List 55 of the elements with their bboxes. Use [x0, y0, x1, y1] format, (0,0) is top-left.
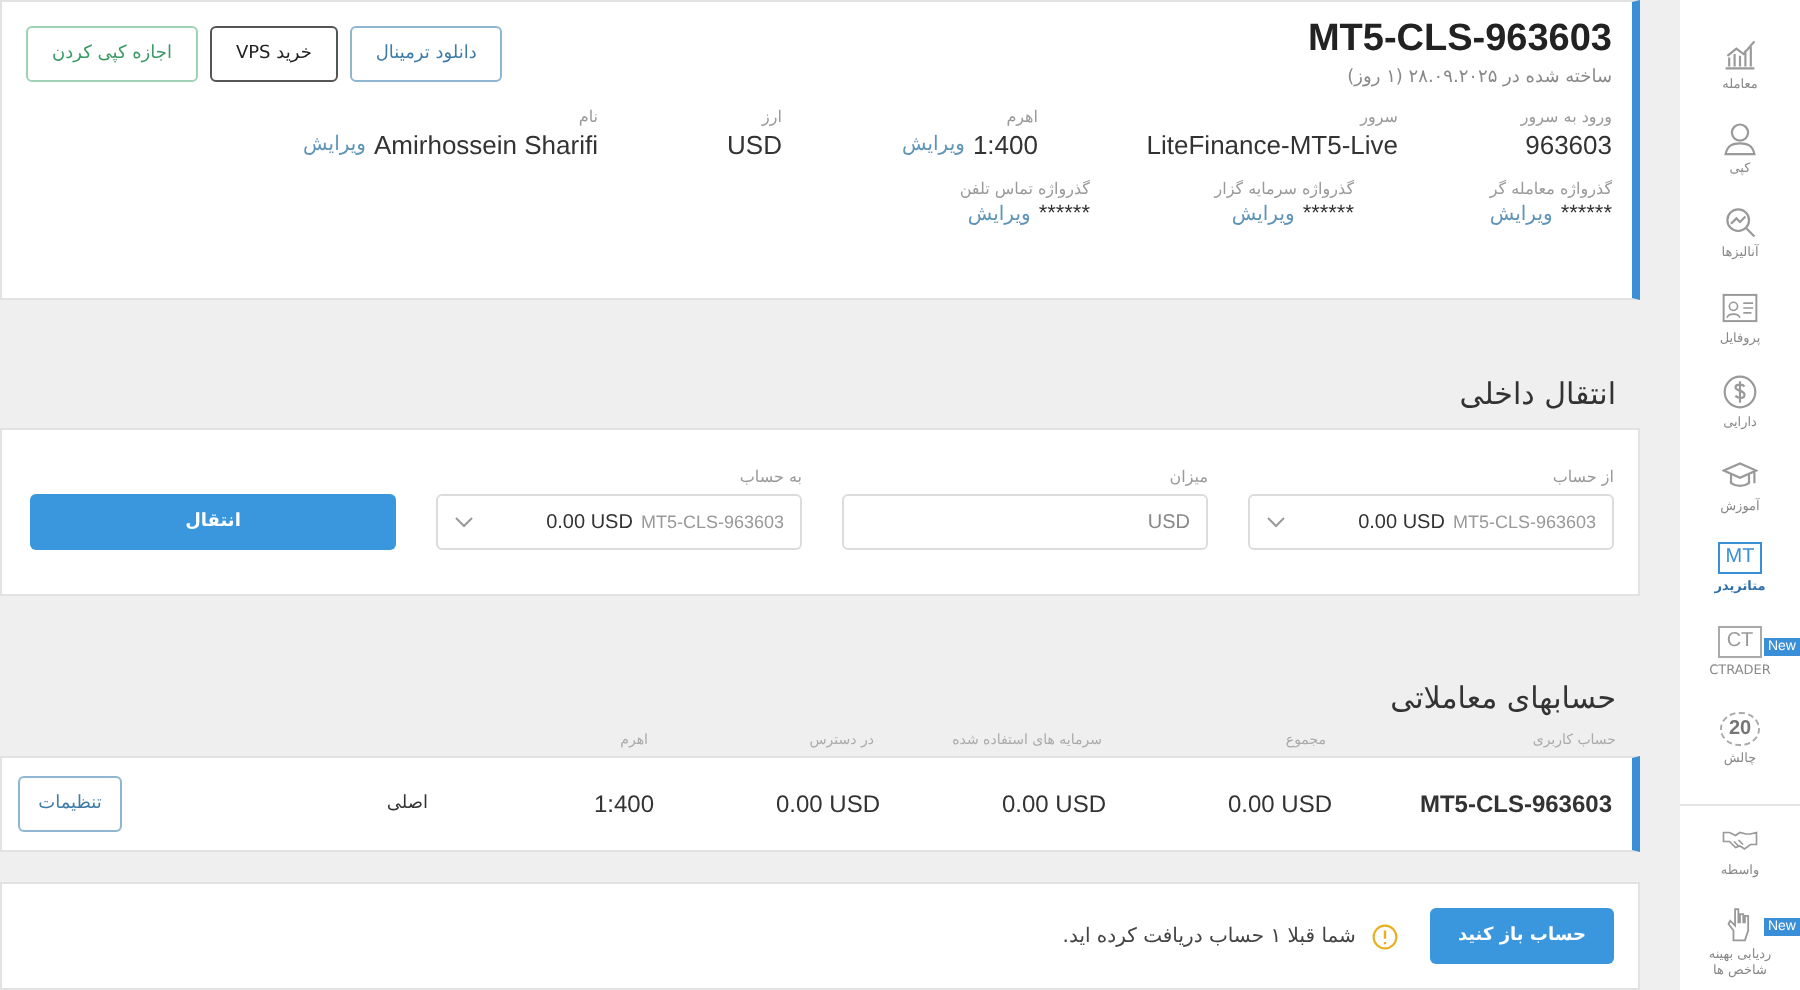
- created-date: ساخته شده در ۲۸.۰۹.۲۰۲۵ (۱ روز): [1345, 68, 1612, 88]
- notice-message: شما قبلا ۱ حساب دریافت کرده اید.: [1062, 925, 1356, 947]
- section-heading: حسابهای معاملاتی: [1388, 680, 1616, 716]
- field-label: اهرم: [1006, 108, 1038, 126]
- edit-link[interactable]: ویرایش: [902, 134, 965, 156]
- chevron-down-icon: [454, 516, 474, 528]
- field-label: نام: [578, 108, 598, 126]
- ct-logo-icon: CT: [1718, 626, 1762, 659]
- chevron-down-icon: [1266, 516, 1286, 528]
- account-select[interactable]: 0.00 USD MT5-CLS-963603: [436, 494, 802, 550]
- action-button[interactable]: اجازه کپی کردن: [26, 26, 198, 82]
- open-account-button[interactable]: حساب باز کنید: [1429, 908, 1614, 964]
- field-label: گذرواژه معامله گر: [1489, 180, 1612, 198]
- field-label: ارز: [762, 108, 782, 126]
- field-value: LiteFinance-MT5-Live: [1146, 130, 1398, 160]
- table-cell-text: اصلی: [384, 794, 428, 814]
- password-value: ******: [1302, 202, 1354, 226]
- table-cell-text: 0.00 USD: [1225, 790, 1332, 818]
- edit-link[interactable]: ویرایش: [303, 134, 366, 156]
- field-label: از حساب: [1550, 468, 1614, 486]
- warning-icon: [1371, 923, 1398, 949]
- edit-link[interactable]: ویرایش: [1231, 203, 1295, 225]
- section-heading: انتقال داخلی: [1457, 376, 1616, 412]
- edit-link[interactable]: ویرایش: [967, 203, 1031, 225]
- account-title: MT5-CLS-963603: [1307, 18, 1612, 62]
- person-icon: [1722, 120, 1758, 157]
- amount-field[interactable]: USD: [842, 494, 1208, 550]
- transfer-button[interactable]: انتقال: [30, 494, 396, 550]
- field-value: Amirhossein Sharifi: [374, 130, 598, 160]
- field-label: سرور: [1360, 108, 1398, 126]
- edit-link[interactable]: ویرایش: [1489, 203, 1553, 225]
- table-cell-text: 0.00 USD: [773, 790, 880, 818]
- table-cell-text: 1:400: [591, 790, 654, 818]
- account-select[interactable]: 0.00 USD MT5-CLS-963603: [1248, 494, 1614, 550]
- table-cell-text: MT5-CLS-963603: [1417, 790, 1612, 818]
- password-value: ******: [1560, 202, 1612, 226]
- action-button[interactable]: دانلود ترمینال: [349, 26, 503, 82]
- field-value: 963603: [1525, 130, 1612, 160]
- field-label: میزان: [1167, 468, 1208, 486]
- field-label: به حساب: [737, 468, 802, 486]
- field-label: ورود به سرور: [1520, 108, 1612, 126]
- dollar-icon: [1722, 373, 1758, 410]
- magnifier-chart-icon: [1722, 204, 1758, 241]
- table-cell-text: 0.00 USD: [999, 790, 1106, 818]
- field-label: گذرواژه تماس تلفن: [959, 180, 1090, 198]
- laurel-badge-icon: 20: [1720, 711, 1760, 745]
- settings-button[interactable]: تنظیمات: [18, 776, 122, 832]
- field-label: گذرواژه سرمایه گزار: [1214, 180, 1354, 198]
- password-value: ******: [1038, 202, 1090, 226]
- action-button[interactable]: خرید VPS: [209, 26, 338, 82]
- mt-logo-icon: MT: [1717, 542, 1763, 575]
- bar-chart-icon: [1722, 36, 1758, 72]
- field-value: USD: [727, 130, 782, 160]
- field-value: 1:400: [972, 130, 1038, 160]
- id-card-icon: [1722, 289, 1758, 326]
